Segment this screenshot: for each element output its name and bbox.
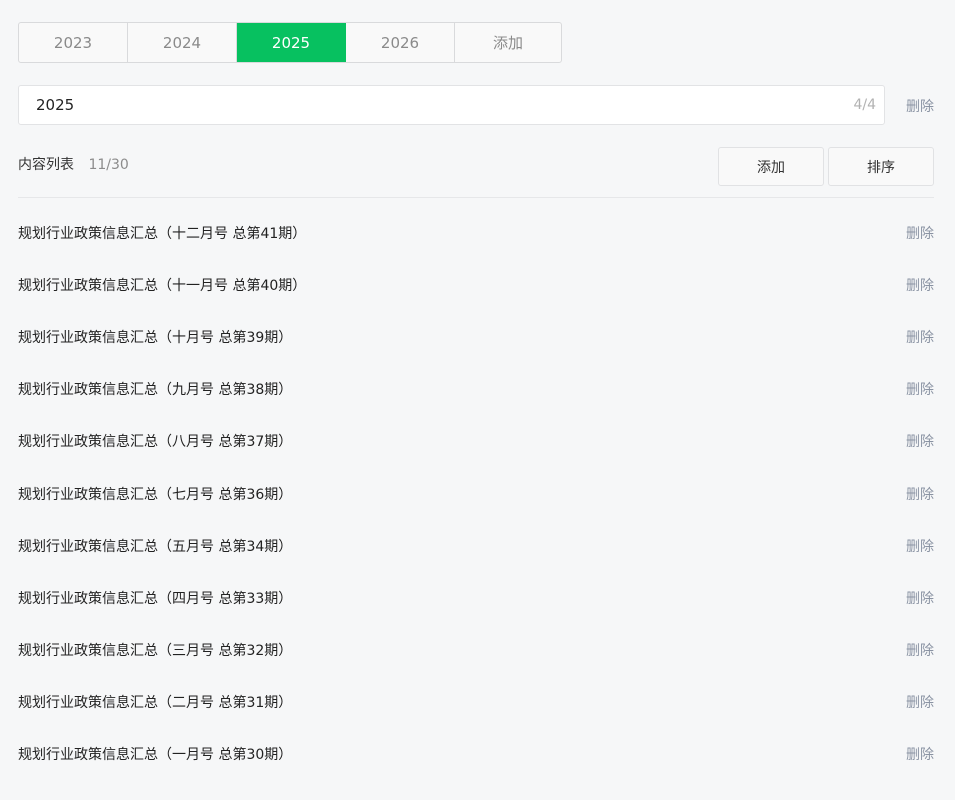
list-item: 规划行业政策信息汇总（三月号 总第32期） 删除 — [18, 638, 934, 662]
tab-2025[interactable]: 2025 — [237, 23, 346, 62]
list-item-title: 规划行业政策信息汇总（十一月号 总第40期） — [18, 278, 307, 294]
delete-item-button[interactable]: 删除 — [906, 744, 934, 764]
list-item: 规划行业政策信息汇总（四月号 总第33期） 删除 — [18, 586, 934, 610]
delete-item-button[interactable]: 删除 — [906, 692, 934, 712]
content-list-count: 11/30 — [88, 157, 129, 173]
tab-2026[interactable]: 2026 — [346, 23, 455, 62]
delete-item-button[interactable]: 删除 — [906, 484, 934, 504]
list-item-title: 规划行业政策信息汇总（一月号 总第30期） — [18, 747, 293, 763]
list-item-title: 规划行业政策信息汇总（七月号 总第36期） — [18, 487, 293, 503]
delete-item-button[interactable]: 删除 — [906, 275, 934, 295]
list-item-title: 规划行业政策信息汇总（四月号 总第33期） — [18, 591, 293, 607]
list-item: 规划行业政策信息汇总（十一月号 总第40期） 删除 — [18, 273, 934, 297]
delete-item-button[interactable]: 删除 — [906, 327, 934, 347]
tab-2023[interactable]: 2023 — [19, 23, 128, 62]
list-item: 规划行业政策信息汇总（九月号 总第38期） 删除 — [18, 377, 934, 401]
delete-item-button[interactable]: 删除 — [906, 379, 934, 399]
list-item-title: 规划行业政策信息汇总（三月号 总第32期） — [18, 643, 293, 659]
list-item: 规划行业政策信息汇总（二月号 总第31期） 删除 — [18, 690, 934, 714]
list-item-title: 规划行业政策信息汇总（九月号 总第38期） — [18, 382, 293, 398]
list-item-title: 规划行业政策信息汇总（五月号 总第34期） — [18, 539, 293, 555]
delete-item-button[interactable]: 删除 — [906, 588, 934, 608]
delete-item-button[interactable]: 删除 — [906, 223, 934, 243]
list-item-title: 规划行业政策信息汇总（二月号 总第31期） — [18, 695, 293, 711]
divider — [18, 197, 934, 198]
char-counter: 4/4 — [853, 97, 876, 113]
content-list-header: 内容列表 11/30 — [18, 154, 129, 174]
year-tabs: 2023 2024 2025 2026 添加 — [18, 22, 562, 63]
delete-item-button[interactable]: 删除 — [906, 640, 934, 660]
list-item-title: 规划行业政策信息汇总（八月号 总第37期） — [18, 434, 293, 450]
list-item: 规划行业政策信息汇总（五月号 总第34期） 删除 — [18, 534, 934, 558]
delete-item-button[interactable]: 删除 — [906, 536, 934, 556]
list-item: 规划行业政策信息汇总（十二月号 总第41期） 删除 — [18, 221, 934, 245]
list-item: 规划行业政策信息汇总（七月号 总第36期） 删除 — [18, 482, 934, 506]
delete-year-button[interactable]: 删除 — [906, 96, 934, 116]
list-item-title: 规划行业政策信息汇总（十二月号 总第41期） — [18, 226, 307, 242]
add-content-button[interactable]: 添加 — [718, 147, 824, 186]
list-item: 规划行业政策信息汇总（一月号 总第30期） 删除 — [18, 742, 934, 766]
list-item-title: 规划行业政策信息汇总（十月号 总第39期） — [18, 330, 293, 346]
tab-add-year[interactable]: 添加 — [455, 23, 561, 62]
year-name-value[interactable]: 2025 — [36, 96, 853, 114]
content-list-title: 内容列表 — [18, 157, 74, 173]
delete-item-button[interactable]: 删除 — [906, 431, 934, 451]
tab-2024[interactable]: 2024 — [128, 23, 237, 62]
sort-content-button[interactable]: 排序 — [828, 147, 934, 186]
list-item: 规划行业政策信息汇总（八月号 总第37期） 删除 — [18, 429, 934, 453]
year-name-input[interactable]: 2025 4/4 — [18, 85, 885, 125]
list-item: 规划行业政策信息汇总（十月号 总第39期） 删除 — [18, 325, 934, 349]
